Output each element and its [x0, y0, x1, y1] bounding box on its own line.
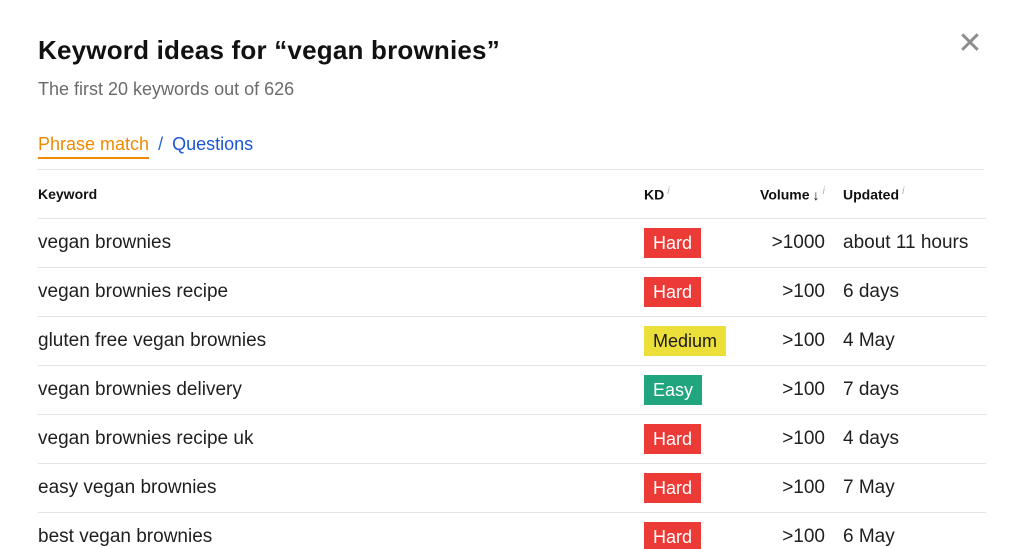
volume-cell: >100: [752, 316, 843, 366]
updated-cell: about 11 hours: [843, 218, 986, 268]
updated-cell: 6 May: [843, 512, 986, 549]
kd-badge: Hard: [644, 424, 702, 454]
table-row[interactable]: best vegan brownies Hard >100 6 May: [38, 512, 986, 549]
kd-cell: Medium: [644, 316, 752, 366]
kd-badge: Easy: [644, 375, 703, 405]
volume-cell: >1000: [752, 218, 843, 268]
kd-badge: Hard: [644, 277, 702, 307]
keyword-cell[interactable]: vegan brownies recipe: [38, 267, 644, 317]
volume-cell: >100: [752, 414, 843, 464]
volume-cell: >100: [752, 512, 843, 549]
header-updated: Updated i: [843, 170, 986, 219]
keyword-cell[interactable]: best vegan brownies: [38, 512, 644, 549]
tab-separator: /: [158, 134, 164, 154]
table-row[interactable]: gluten free vegan brownies Medium >100 4 Ma…: [38, 316, 986, 366]
header-kd-label: KD: [644, 186, 665, 203]
keyword-cell[interactable]: vegan brownies: [38, 218, 644, 268]
updated-cell: 7 May: [843, 463, 986, 513]
info-icon[interactable]: i: [902, 185, 904, 197]
table-row[interactable]: vegan brownies Hard >1000 about 11 hours: [38, 218, 986, 268]
kd-cell: Hard: [644, 414, 752, 464]
table-header-row: Keyword KD i Volume ↓ i Updated i: [38, 170, 986, 219]
volume-cell: >100: [752, 365, 843, 415]
kd-cell: Hard: [644, 218, 752, 268]
tab-questions[interactable]: Questions: [172, 133, 253, 155]
table-row[interactable]: vegan brownies recipe uk Hard >100 4 days: [38, 414, 986, 464]
kd-cell: Hard: [644, 463, 752, 513]
keyword-cell[interactable]: easy vegan brownies: [38, 463, 644, 513]
kd-badge: Hard: [644, 228, 702, 258]
match-tabs: Phrase match / Questions: [38, 130, 984, 170]
updated-cell: 7 days: [843, 365, 986, 415]
keyword-ideas-modal: ✕ Keyword ideas for “vegan brownies” The…: [0, 0, 1022, 549]
header-volume[interactable]: Volume ↓ i: [752, 170, 843, 219]
keyword-cell[interactable]: vegan brownies recipe uk: [38, 414, 644, 464]
volume-cell: >100: [752, 267, 843, 317]
header-keyword: Keyword: [38, 170, 644, 219]
keyword-cell[interactable]: vegan brownies delivery: [38, 365, 644, 415]
volume-cell: >100: [752, 463, 843, 513]
header-updated-label: Updated: [843, 186, 899, 203]
table-row[interactable]: easy vegan brownies Hard >100 7 May: [38, 463, 986, 513]
header-keyword-label: Keyword: [38, 186, 98, 202]
close-icon[interactable]: ✕: [956, 29, 984, 59]
kd-badge: Hard: [644, 522, 702, 549]
modal-subtitle: The first 20 keywords out of 626: [38, 79, 295, 99]
updated-cell: 4 May: [843, 316, 986, 366]
updated-cell: 6 days: [843, 267, 986, 317]
kd-cell: Hard: [644, 267, 752, 317]
header-volume-label: Volume: [760, 186, 810, 203]
updated-cell: 4 days: [843, 414, 986, 464]
table-row[interactable]: vegan brownies delivery Easy >100 7 days: [38, 365, 986, 415]
kd-badge: Medium: [644, 326, 727, 356]
modal-title: Keyword ideas for “vegan brownies”: [38, 35, 500, 65]
kd-badge: Hard: [644, 473, 702, 503]
keywords-table: Keyword KD i Volume ↓ i Updated i vegan brow…: [38, 170, 986, 549]
sort-down-icon[interactable]: ↓: [813, 187, 820, 203]
info-icon[interactable]: i: [667, 185, 669, 197]
tab-phrase-match[interactable]: Phrase match: [38, 133, 150, 159]
kd-cell: Easy: [644, 365, 752, 415]
keyword-cell[interactable]: gluten free vegan brownies: [38, 316, 644, 366]
table-row[interactable]: vegan brownies recipe Hard >100 6 days: [38, 267, 986, 317]
header-kd: KD i: [644, 170, 752, 219]
kd-cell: Hard: [644, 512, 752, 549]
info-icon[interactable]: i: [823, 185, 825, 197]
